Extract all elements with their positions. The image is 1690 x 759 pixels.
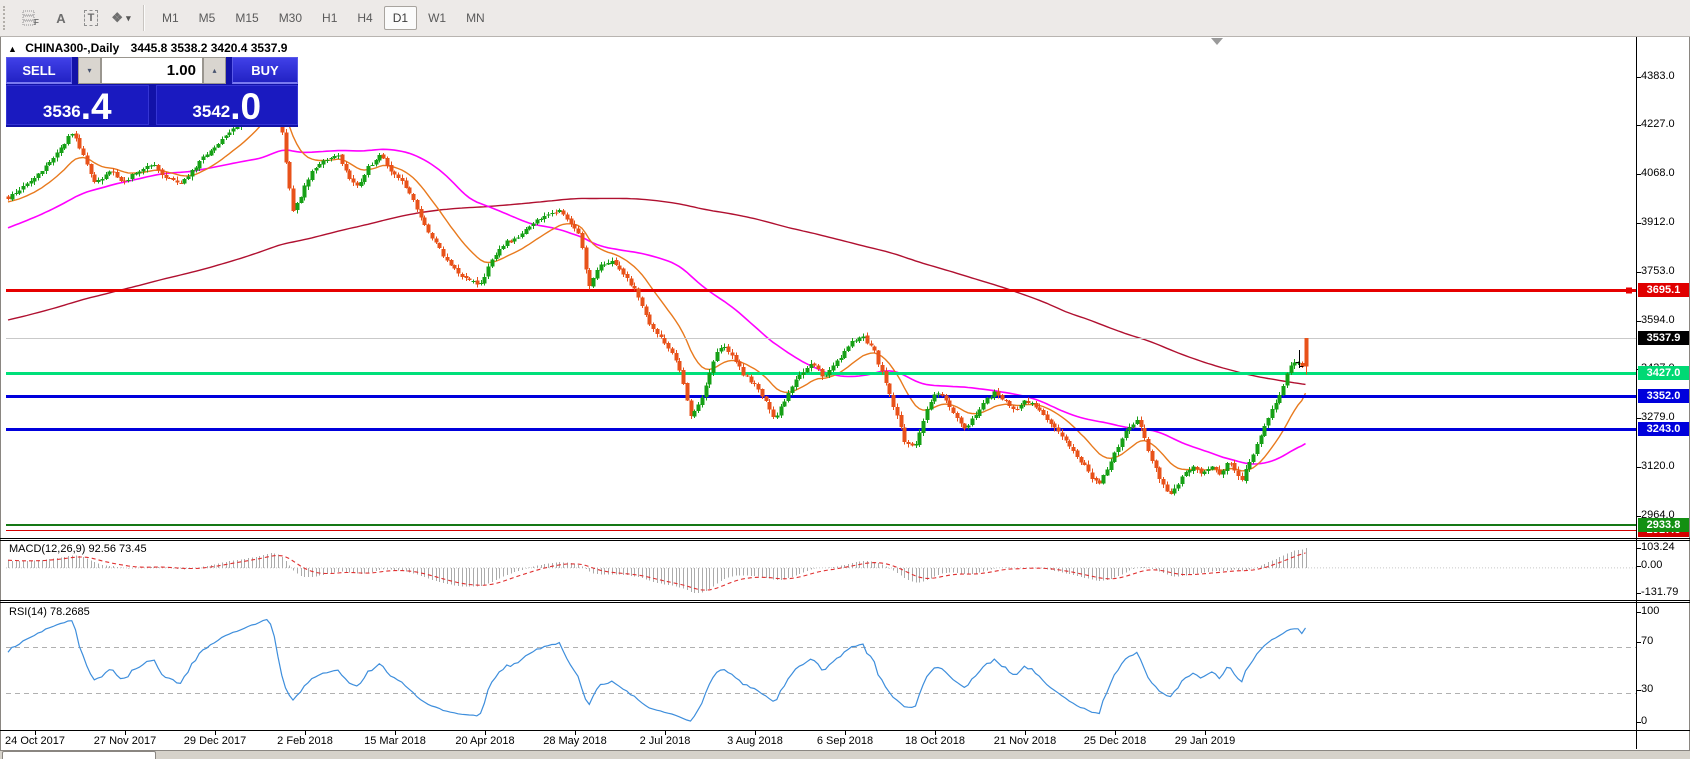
rsi-tick-100: 100 bbox=[1641, 605, 1659, 617]
buy-price-main: 3542 bbox=[192, 101, 230, 123]
symbol-period-label: CHINA300-,Daily bbox=[25, 41, 119, 55]
price-badge-3695.1: 3695.1 bbox=[1638, 283, 1689, 297]
date-tick: 6 Sep 2018 bbox=[817, 735, 873, 747]
ohlc-values: 3445.8 3538.2 3420.4 3537.9 bbox=[131, 41, 288, 55]
date-tick: 15 Mar 2018 bbox=[364, 735, 426, 747]
rsi-tick-0: 0 bbox=[1641, 715, 1647, 727]
sell-price[interactable]: 3536.4 bbox=[6, 85, 149, 125]
chart-tab-bar bbox=[0, 750, 1690, 759]
date-tick: 2 Feb 2018 bbox=[277, 735, 333, 747]
timeframe-d1[interactable]: D1 bbox=[384, 6, 417, 30]
toolbar-separator bbox=[143, 5, 145, 31]
chart-tab[interactable] bbox=[2, 751, 156, 759]
date-tick: 18 Oct 2018 bbox=[905, 735, 965, 747]
volume-input[interactable]: 1.00 bbox=[101, 57, 203, 84]
timeframe-mn[interactable]: MN bbox=[457, 6, 494, 30]
buy-price-frac: .0 bbox=[230, 90, 261, 123]
price-tick-3912.0: 3912.0 bbox=[1641, 216, 1675, 228]
timeframe-m30[interactable]: M30 bbox=[270, 6, 311, 30]
price-badge-3352.0: 3352.0 bbox=[1638, 389, 1689, 403]
shapes-icon[interactable]: ❖▾ bbox=[109, 6, 133, 30]
timeframe-w1[interactable]: W1 bbox=[419, 6, 455, 30]
price-badge-3243.0: 3243.0 bbox=[1638, 422, 1689, 436]
diamond-icon: ❖ bbox=[111, 10, 123, 26]
timeframe-m5[interactable]: M5 bbox=[190, 6, 225, 30]
macd-tick-0.00: 0.00 bbox=[1641, 559, 1662, 571]
date-tick: 28 May 2018 bbox=[543, 735, 607, 747]
charts-grid-icon[interactable]: F bbox=[19, 6, 43, 30]
timeframe-m1[interactable]: M1 bbox=[153, 6, 188, 30]
sell-price-main: 3536 bbox=[43, 101, 81, 123]
price-badge-3537.9: 3537.9 bbox=[1638, 331, 1689, 345]
text-label-icon[interactable]: T bbox=[79, 6, 103, 30]
one-click-trading-panel: SELL ▾ 1.00 ▴ BUY 3536.4 3542.0 bbox=[6, 57, 298, 127]
price-tick-3594.0: 3594.0 bbox=[1641, 314, 1675, 326]
macd-label: MACD(12,26,9) 92.56 73.45 bbox=[9, 543, 147, 555]
sell-price-frac: .4 bbox=[81, 90, 112, 123]
price-tick-4383.0: 4383.0 bbox=[1641, 70, 1675, 82]
timeframe-buttons: M1M5M15M30H1H4D1W1MN bbox=[152, 6, 495, 30]
rsi-tick-70: 70 bbox=[1641, 635, 1653, 647]
svg-text:F: F bbox=[34, 18, 39, 26]
price-tick-3753.0: 3753.0 bbox=[1641, 265, 1675, 277]
rsi-label: RSI(14) 78.2685 bbox=[9, 606, 90, 618]
date-tick: 20 Apr 2018 bbox=[455, 735, 514, 747]
price-tick-3120.0: 3120.0 bbox=[1641, 460, 1675, 472]
chart-title: ▲ CHINA300-,Daily 3445.8 3538.2 3420.4 3… bbox=[8, 41, 287, 55]
buy-button[interactable]: BUY bbox=[232, 57, 298, 84]
volume-decrease-button[interactable]: ▾ bbox=[78, 57, 101, 84]
sell-button[interactable]: SELL bbox=[6, 57, 72, 84]
date-tick: 29 Jan 2019 bbox=[1175, 735, 1236, 747]
price-tick-4227.0: 4227.0 bbox=[1641, 118, 1675, 130]
price-badge-3427.0: 3427.0 bbox=[1638, 366, 1689, 380]
buy-price[interactable]: 3542.0 bbox=[156, 85, 299, 125]
toolbar: F A T ❖▾ M1M5M15M30H1H4D1W1MN bbox=[0, 0, 1690, 37]
date-tick: 3 Aug 2018 bbox=[727, 735, 783, 747]
timeframe-h4[interactable]: H4 bbox=[348, 6, 381, 30]
timeframe-m15[interactable]: M15 bbox=[226, 6, 267, 30]
date-tick: 27 Nov 2017 bbox=[94, 735, 156, 747]
price-tick-4068.0: 4068.0 bbox=[1641, 167, 1675, 179]
toolbar-grip[interactable] bbox=[3, 6, 10, 30]
terminal-window: F A T ❖▾ M1M5M15M30H1H4D1W1MN ▲ CHINA300… bbox=[0, 0, 1690, 759]
date-tick: 25 Dec 2018 bbox=[1084, 735, 1146, 747]
grid-icon: F bbox=[22, 10, 40, 26]
date-tick: 29 Dec 2017 bbox=[184, 735, 246, 747]
volume-increase-button[interactable]: ▴ bbox=[203, 57, 226, 84]
trade-panel-toggle-icon[interactable]: ▲ bbox=[8, 44, 17, 54]
price-badge-2933.8: 2933.8 bbox=[1638, 518, 1689, 532]
font-a-icon[interactable]: A bbox=[49, 6, 73, 30]
date-tick: 2 Jul 2018 bbox=[640, 735, 691, 747]
macd-tick--131.79: -131.79 bbox=[1641, 586, 1678, 598]
chart-shift-marker[interactable] bbox=[1211, 38, 1223, 45]
chevron-down-icon: ▾ bbox=[126, 13, 131, 24]
date-tick: 24 Oct 2017 bbox=[5, 735, 65, 747]
date-tick: 21 Nov 2018 bbox=[994, 735, 1056, 747]
boxed-t-icon: T bbox=[84, 10, 99, 26]
timeframe-h1[interactable]: H1 bbox=[313, 6, 346, 30]
macd-tick-103.24: 103.24 bbox=[1641, 541, 1675, 553]
rsi-tick-30: 30 bbox=[1641, 683, 1653, 695]
